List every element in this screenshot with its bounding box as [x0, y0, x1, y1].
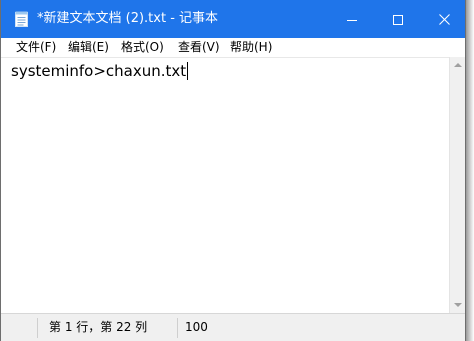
- status-divider: [37, 318, 38, 338]
- editor-line: systeminfo>chaxun.txt: [11, 61, 189, 81]
- window-shadow: [466, 0, 474, 341]
- status-divider: [177, 318, 178, 338]
- minimize-button[interactable]: [329, 0, 375, 38]
- editor-content: systeminfo>chaxun.txt: [11, 62, 187, 80]
- menu-file[interactable]: 文件(F): [16, 38, 56, 57]
- scroll-up-icon[interactable]: [454, 63, 462, 67]
- scroll-down-icon[interactable]: [454, 303, 462, 307]
- title-bar[interactable]: *新建文本文档 (2).txt - 记事本: [1, 0, 465, 38]
- maximize-icon: [393, 10, 403, 29]
- window-title: *新建文本文档 (2).txt - 记事本: [37, 11, 219, 26]
- menu-edit[interactable]: 编辑(E): [68, 38, 109, 57]
- notepad-icon[interactable]: [15, 11, 28, 27]
- notepad-window: *新建文本文档 (2).txt - 记事本 文件(F) 编辑(E) 格式(O) …: [0, 0, 466, 341]
- menu-view[interactable]: 查看(V): [178, 38, 220, 57]
- close-icon: [438, 10, 450, 29]
- text-caret: [187, 62, 189, 80]
- menu-bar: 文件(F) 编辑(E) 格式(O) 查看(V) 帮助(H): [1, 38, 465, 57]
- menu-format[interactable]: 格式(O): [121, 38, 164, 57]
- zoom-level: 100: [185, 320, 208, 334]
- minimize-icon: [347, 10, 357, 29]
- maximize-button[interactable]: [375, 0, 421, 38]
- close-button[interactable]: [421, 0, 465, 38]
- status-bar: 第 1 行，第 22 列 100: [1, 313, 465, 341]
- menu-help[interactable]: 帮助(H): [230, 38, 272, 57]
- text-editor[interactable]: systeminfo>chaxun.txt: [1, 57, 449, 313]
- vertical-scrollbar[interactable]: [449, 57, 465, 313]
- cursor-position: 第 1 行，第 22 列: [49, 320, 148, 334]
